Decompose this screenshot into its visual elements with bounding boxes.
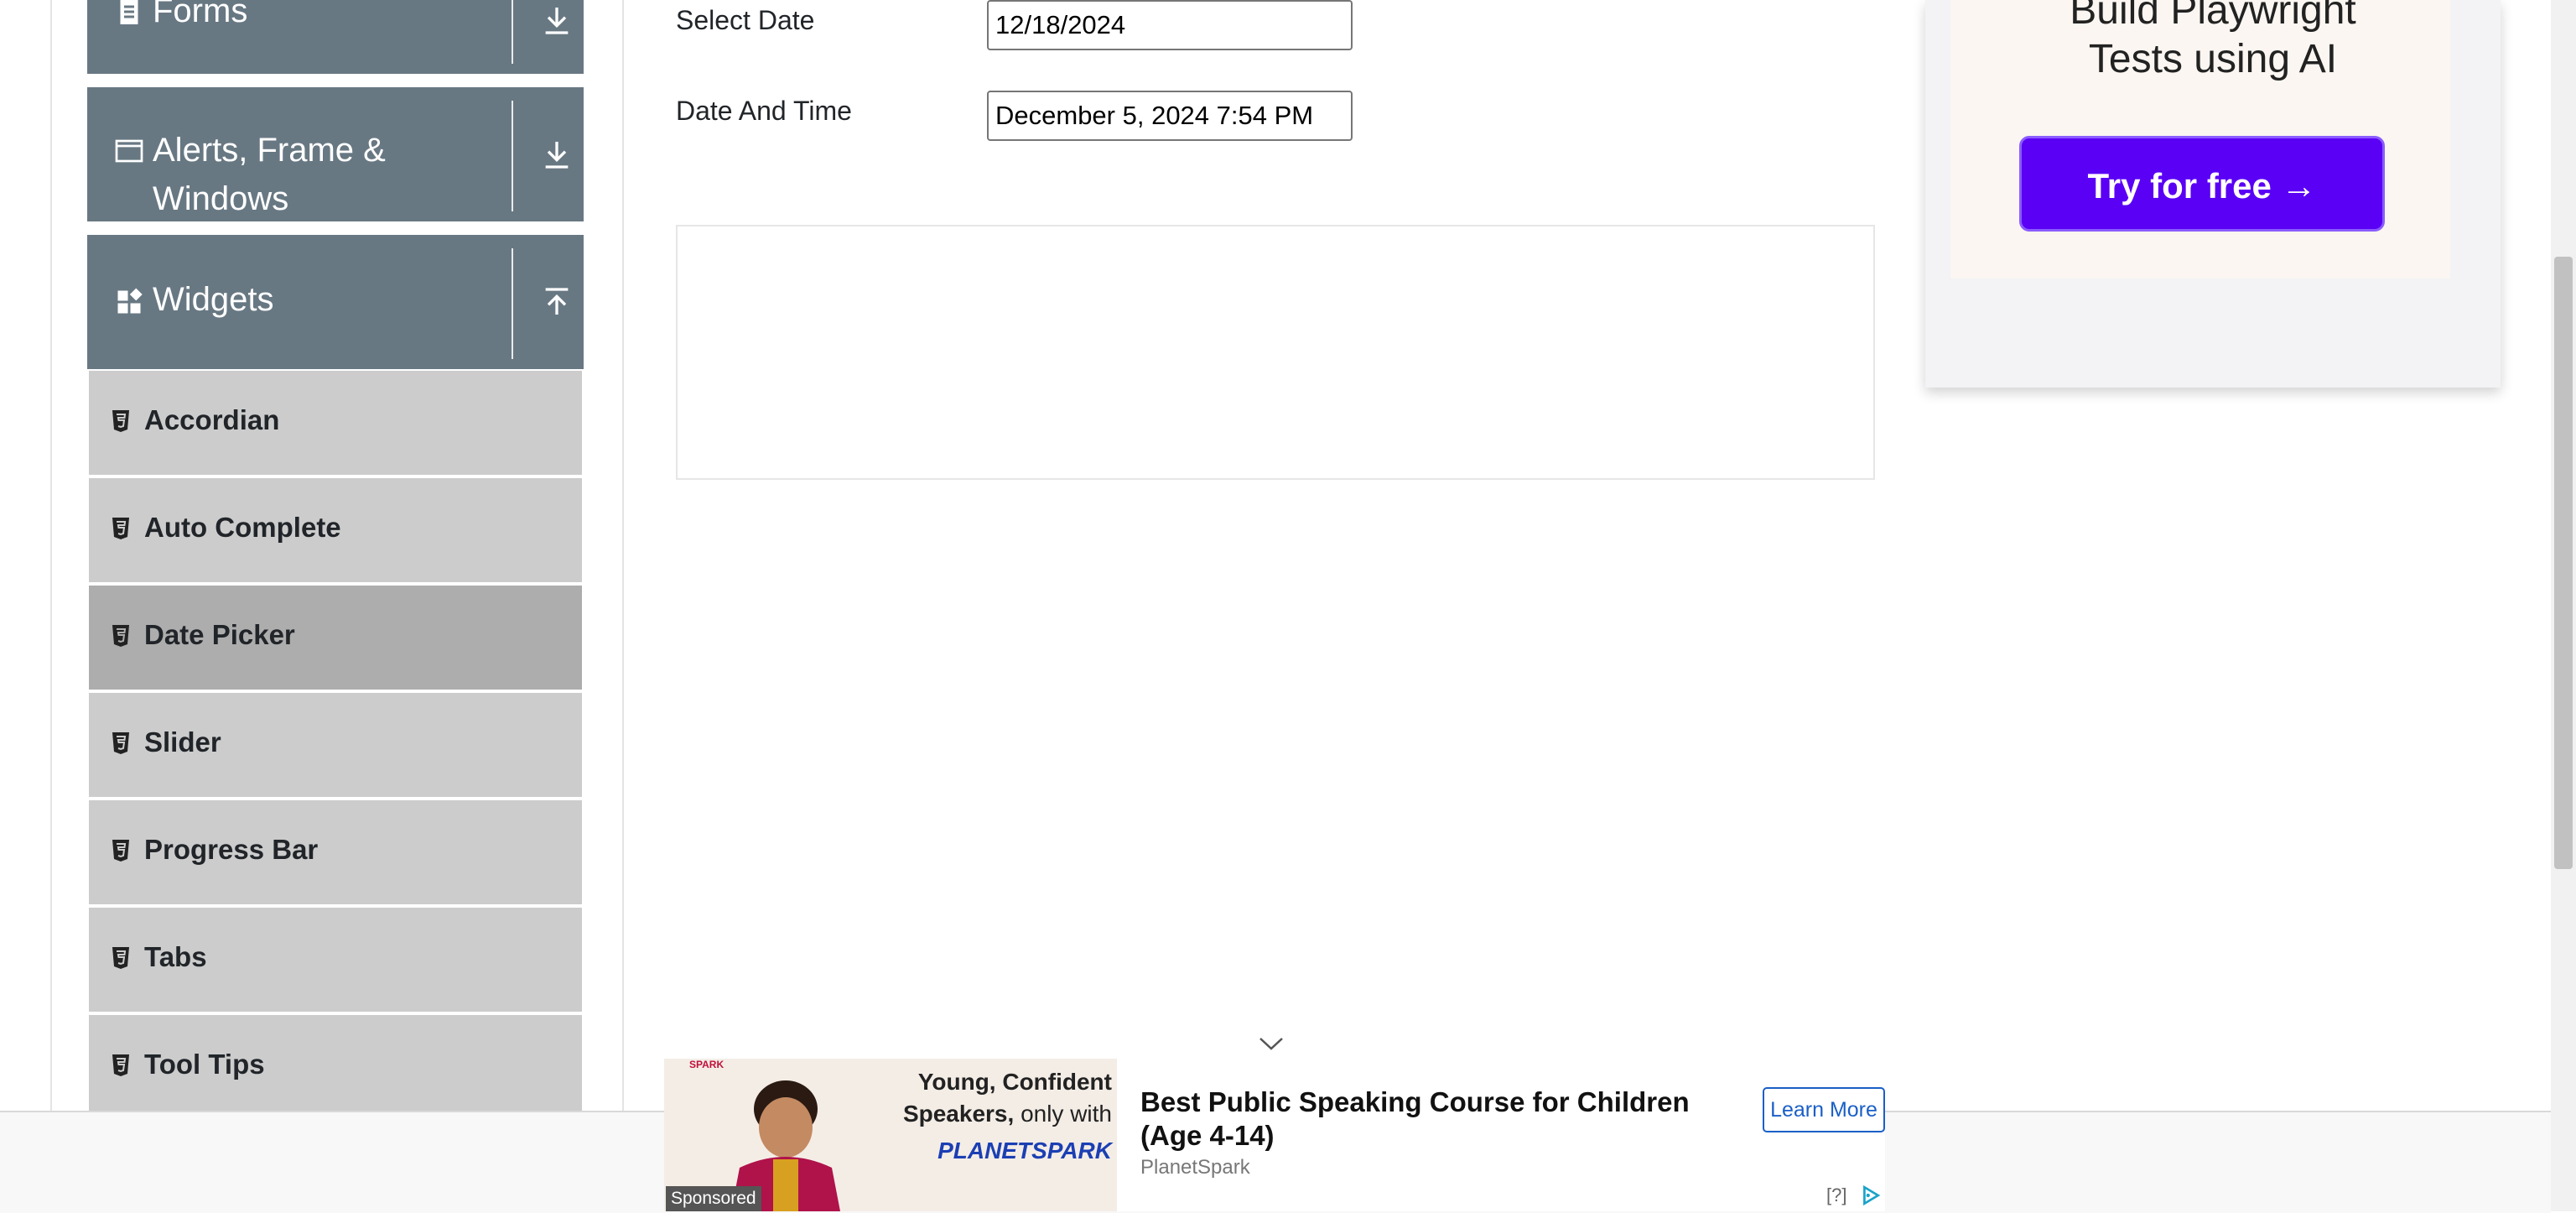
sidebar-group-widgets[interactable]: Widgets bbox=[87, 235, 584, 369]
ad-image-small-logo: SPARK bbox=[689, 1059, 724, 1070]
sidebar-group-forms[interactable]: Forms bbox=[87, 0, 584, 74]
date-and-time-label: Date And Time bbox=[676, 96, 852, 126]
ad-info-link[interactable]: [?] bbox=[1826, 1184, 1846, 1206]
sidebar-item-label: Tabs bbox=[144, 941, 207, 972]
try-for-free-button[interactable]: Try for free → bbox=[2019, 136, 2385, 232]
header-divider bbox=[512, 101, 513, 211]
window-icon bbox=[115, 139, 143, 163]
learn-more-button[interactable]: Learn More bbox=[1763, 1087, 1885, 1132]
header-divider bbox=[512, 248, 513, 359]
ad-title-line1: Build Playwright bbox=[2070, 0, 2356, 33]
scrollbar-thumb[interactable] bbox=[2554, 257, 2573, 869]
widgets-icon bbox=[117, 288, 143, 314]
sidebar-item-tabs[interactable]: Tabs bbox=[89, 908, 582, 1012]
main-border bbox=[622, 0, 624, 1112]
ad-image-text-line2b: only with bbox=[1021, 1101, 1112, 1127]
sidebar-border bbox=[50, 0, 52, 1112]
select-date-label: Select Date bbox=[676, 5, 815, 35]
sponsored-label: Sponsored bbox=[666, 1186, 761, 1211]
sidebar-item-accordian[interactable]: Accordian bbox=[89, 371, 582, 475]
sidebar-item-tool-tips[interactable]: Tool Tips bbox=[89, 1015, 582, 1119]
html5-icon bbox=[112, 840, 129, 862]
download-arrow-icon bbox=[545, 142, 569, 169]
sidebar-group-label: Alerts, Frame & bbox=[153, 132, 386, 169]
sidebar-item-date-picker[interactable]: Date Picker bbox=[89, 586, 582, 690]
adchoices-icon[interactable] bbox=[1860, 1184, 1882, 1206]
upload-arrow-icon bbox=[545, 288, 569, 315]
select-date-input[interactable] bbox=[987, 0, 1353, 50]
sidebar-item-label: Auto Complete bbox=[144, 512, 341, 543]
sidebar-group-label-line2: Windows bbox=[153, 180, 289, 217]
header-divider bbox=[512, 0, 513, 64]
sidebar-item-label: Tool Tips bbox=[144, 1049, 265, 1080]
sidebar-item-progress-bar[interactable]: Progress Bar bbox=[89, 800, 582, 904]
ad-headline[interactable]: Best Public Speaking Course for Children… bbox=[1140, 1085, 1727, 1153]
bottom-advertisement[interactable]: SPARK Young, Confident Speakers, only wi… bbox=[664, 1059, 1885, 1211]
sidebar-group-alerts[interactable]: Alerts, Frame & Windows bbox=[87, 87, 584, 221]
html5-icon bbox=[112, 1054, 129, 1076]
ad-advertiser: PlanetSpark bbox=[1140, 1156, 1250, 1179]
sidebar-group-label: Widgets bbox=[153, 281, 274, 318]
ad-placeholder-box bbox=[676, 225, 1875, 480]
html5-icon bbox=[112, 947, 129, 969]
date-and-time-input[interactable] bbox=[987, 91, 1353, 141]
chevron-down-icon[interactable] bbox=[1258, 1035, 1285, 1052]
sidebar-item-auto-complete[interactable]: Auto Complete bbox=[89, 478, 582, 582]
ad-image-text-line2: Speakers, only with bbox=[832, 1101, 1112, 1127]
html5-icon bbox=[112, 732, 129, 754]
ad-image-text-line2a: Speakers, bbox=[902, 1101, 1015, 1127]
sidebar-group-label: Forms bbox=[153, 0, 248, 29]
sidebar-item-label: Date Picker bbox=[144, 619, 295, 650]
download-arrow-icon bbox=[545, 8, 569, 34]
sidebar-item-slider[interactable]: Slider bbox=[89, 693, 582, 797]
sidebar-item-label: Accordian bbox=[144, 404, 280, 435]
sidebar-item-label: Progress Bar bbox=[144, 834, 319, 865]
html5-icon bbox=[112, 410, 129, 432]
sidebar-item-label: Slider bbox=[144, 726, 221, 757]
html5-icon bbox=[112, 518, 129, 539]
ad-title-line2: Tests using AI bbox=[2088, 37, 2338, 81]
html5-icon bbox=[112, 625, 129, 647]
ad-image-text-line1: Young, Confident bbox=[917, 1069, 1112, 1095]
right-advertisement[interactable]: Build Playwright Tests using AI Try for … bbox=[1925, 0, 2501, 388]
document-icon bbox=[120, 0, 138, 24]
ad-image-brand: PLANETSPARK bbox=[937, 1138, 1112, 1164]
